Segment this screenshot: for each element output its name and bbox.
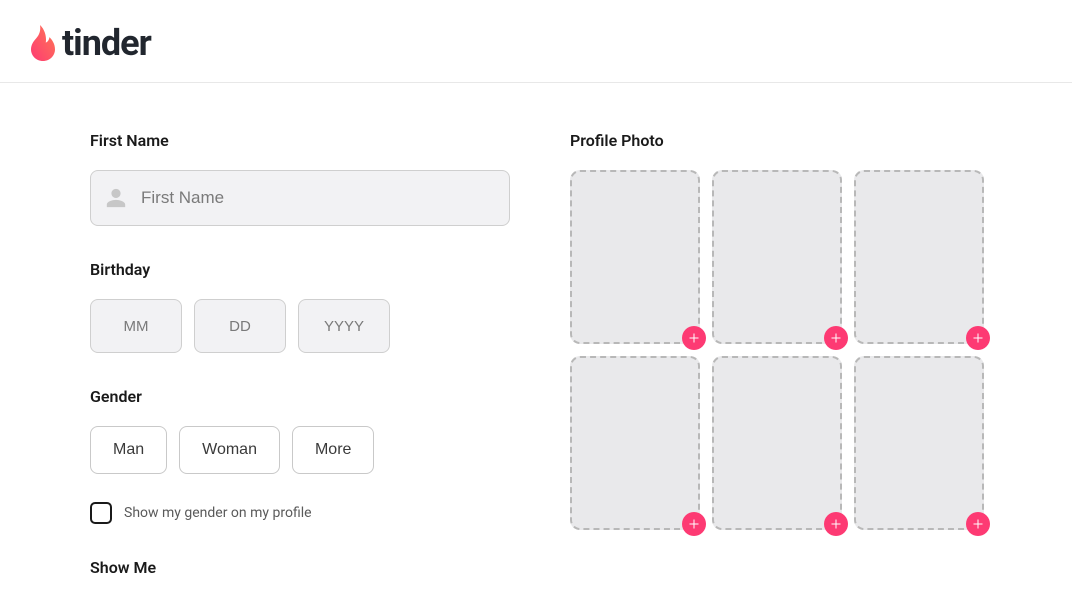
first-name-input[interactable] (141, 188, 495, 208)
photo-slot[interactable] (712, 356, 842, 530)
show-gender-label: Show my gender on my profile (124, 505, 312, 521)
add-photo-button[interactable] (966, 512, 990, 536)
photo-slot[interactable] (854, 170, 984, 344)
photo-slot[interactable] (712, 170, 842, 344)
birthday-month-input[interactable] (90, 299, 182, 353)
add-photo-button[interactable] (966, 326, 990, 350)
birthday-section: Birthday (90, 260, 510, 353)
plus-icon (830, 332, 842, 344)
gender-option-woman[interactable]: Woman (179, 426, 280, 474)
birthday-label: Birthday (90, 260, 510, 279)
brand-logo[interactable]: tinder (28, 22, 151, 64)
plus-icon (688, 332, 700, 344)
profile-photo-label: Profile Photo (570, 131, 984, 150)
plus-icon (688, 518, 700, 530)
gender-option-more[interactable]: More (292, 426, 374, 474)
photo-slot[interactable] (570, 356, 700, 530)
show-gender-checkbox[interactable] (90, 502, 112, 524)
gender-label: Gender (90, 387, 510, 406)
brand-name: tinder (62, 22, 151, 64)
add-photo-button[interactable] (824, 326, 848, 350)
photo-slot[interactable] (854, 356, 984, 530)
first-name-input-wrap[interactable] (90, 170, 510, 226)
flame-icon (28, 25, 58, 61)
plus-icon (972, 518, 984, 530)
gender-option-man[interactable]: Man (90, 426, 167, 474)
show-me-label: Show Me (90, 558, 510, 577)
show-me-section: Show Me (90, 558, 510, 577)
photo-slot[interactable] (570, 170, 700, 344)
first-name-section: First Name (90, 131, 510, 226)
birthday-day-input[interactable] (194, 299, 286, 353)
header: tinder (0, 0, 1072, 83)
add-photo-button[interactable] (682, 512, 706, 536)
plus-icon (972, 332, 984, 344)
birthday-year-input[interactable] (298, 299, 390, 353)
first-name-label: First Name (90, 131, 510, 150)
gender-section: Gender Man Woman More Show my gender on … (90, 387, 510, 524)
person-icon (105, 187, 127, 209)
plus-icon (830, 518, 842, 530)
add-photo-button[interactable] (682, 326, 706, 350)
photo-grid (570, 170, 984, 530)
add-photo-button[interactable] (824, 512, 848, 536)
